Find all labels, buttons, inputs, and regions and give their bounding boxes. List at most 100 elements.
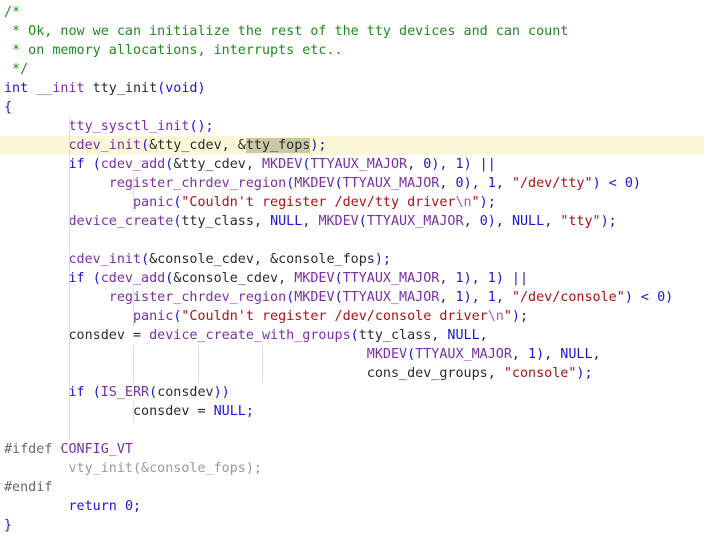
code-line[interactable]: int __init tty_init(void) [0, 79, 704, 98]
punctuation-token: ), [463, 271, 488, 286]
function-token: register_chrdev_region [108, 176, 287, 191]
escape-token: \n [455, 195, 472, 210]
punctuation-token: ), [431, 157, 456, 172]
number-token: 1 [455, 290, 464, 305]
code-line[interactable]: register_chrdev_region(MKDEV(TTYAUX_MAJO… [0, 288, 704, 307]
punctuation-token: ), [463, 290, 488, 305]
code-line[interactable]: register_chrdev_region(MKDEV(TTYAUX_MAJO… [0, 174, 704, 193]
function-token: device_create [68, 214, 174, 229]
code-line[interactable]: panic("Couldn't register /dev/console dr… [0, 307, 704, 326]
code-line[interactable] [0, 231, 704, 250]
code-line[interactable]: #ifdef CONFIG_VT [0, 440, 704, 459]
indent-guide [68, 345, 70, 364]
indent-guide [197, 364, 199, 383]
indent-guide [68, 250, 70, 269]
keyword-token: if [68, 157, 85, 172]
escape-token: \n [487, 309, 504, 324]
punctuation-token: ( [350, 328, 359, 343]
code-line[interactable]: MKDEV(TTYAUX_MAJOR, 1), NULL, [0, 345, 704, 364]
code-line[interactable] [0, 421, 704, 440]
indent-guide [68, 307, 70, 326]
code-line[interactable]: cons_dev_groups, "console"); [0, 364, 704, 383]
macro-token: TTYAUX_MAJOR [342, 176, 440, 191]
code-line[interactable]: vty_init(&console_fops); [0, 459, 704, 478]
punctuation-token: ( [92, 157, 101, 172]
code-line[interactable]: { [0, 98, 704, 117]
code-editor[interactable]: /* * Ok, now we can initialize the rest … [0, 0, 704, 534]
function-token: cdev_add [100, 271, 166, 286]
punctuation-token: ), [487, 214, 512, 229]
indent-guide [68, 212, 70, 231]
code-line[interactable]: tty_sysctl_init(); [0, 117, 704, 136]
punctuation-token: ; [245, 404, 254, 419]
code-line[interactable]: if (cdev_add(&tty_cdev, MKDEV(TTYAUX_MAJ… [0, 155, 704, 174]
constant-token: NULL [560, 347, 593, 362]
punctuation-token: ( [92, 385, 101, 400]
code-line[interactable]: if (IS_ERR(consdev)) [0, 383, 704, 402]
string-token: "tty" [560, 214, 601, 229]
code-line[interactable]: * on memory allocations, interrupts etc.… [0, 41, 704, 60]
preprocessor-token: #endif [4, 480, 53, 495]
indent-guide [262, 364, 263, 383]
code-line[interactable]: } [0, 516, 704, 535]
string-token: "Couldn't register /dev/console driver [181, 309, 488, 324]
number-token: 0 [455, 176, 464, 191]
code-line[interactable]: */ [0, 60, 704, 79]
search-highlight-token: tty_fops [245, 138, 311, 153]
keyword-token: if [68, 271, 85, 286]
comment-token: */ [4, 62, 29, 77]
code-text: &tty_cdev, [173, 157, 262, 172]
preprocessor-token: #ifdef [4, 442, 53, 457]
macro-token: IS_ERR [100, 385, 150, 400]
indent-guide [68, 155, 70, 174]
number-token: 1 [487, 271, 496, 286]
code-line[interactable]: consdev = NULL; [0, 402, 704, 421]
code-line[interactable]: panic("Couldn't register /dev/tty driver… [0, 193, 704, 212]
code-line[interactable]: consdev = device_create_with_groups(tty_… [0, 326, 704, 345]
function-token: cdev_init [68, 252, 142, 267]
function-token: cdev_add [100, 157, 166, 172]
function-token: tty_sysctl_init [68, 119, 190, 134]
punctuation-token: ( [141, 138, 150, 153]
number-token: 1 [455, 271, 464, 286]
function-token: __init [36, 81, 85, 96]
current-code-line[interactable]: cdev_init(&tty_cdev, &tty_fops); [0, 136, 704, 155]
code-line[interactable]: if (cdev_add(&console_cdev, MKDEV(TTYAUX… [0, 269, 704, 288]
code-text: , [407, 157, 424, 172]
string-token: "/dev/console" [511, 290, 625, 305]
punctuation-token: ( [334, 271, 343, 286]
macro-token: MKDEV [294, 290, 335, 305]
constant-token: NULL [213, 404, 246, 419]
code-line[interactable]: #endif [0, 478, 704, 497]
code-line[interactable]: cdev_init(&console_cdev, &console_fops); [0, 250, 704, 269]
indent-guide [68, 288, 70, 307]
number-token: 1 [528, 347, 537, 362]
keyword-token: void [165, 81, 198, 96]
code-line[interactable]: return 0; [0, 497, 704, 516]
code-line[interactable]: /* [0, 3, 704, 22]
string-token: "Couldn't register /dev/tty driver [181, 195, 456, 210]
code-text: , [511, 347, 529, 362]
string-token: "console" [503, 366, 577, 381]
code-text: tty_class, [358, 328, 448, 343]
punctuation-token: ) || [495, 271, 529, 286]
code-line[interactable]: device_create(tty_class, NULL, MKDEV(TTY… [0, 212, 704, 231]
indent-guide [68, 117, 70, 136]
code-text: , [544, 214, 561, 229]
code-text: , [463, 214, 480, 229]
punctuation-token: ( [358, 214, 367, 229]
macro-token: MKDEV [294, 271, 335, 286]
code-line[interactable]: * Ok, now we can initialize the rest of … [0, 22, 704, 41]
punctuation-token: ) [632, 176, 641, 191]
punctuation-token: ); [479, 195, 496, 210]
